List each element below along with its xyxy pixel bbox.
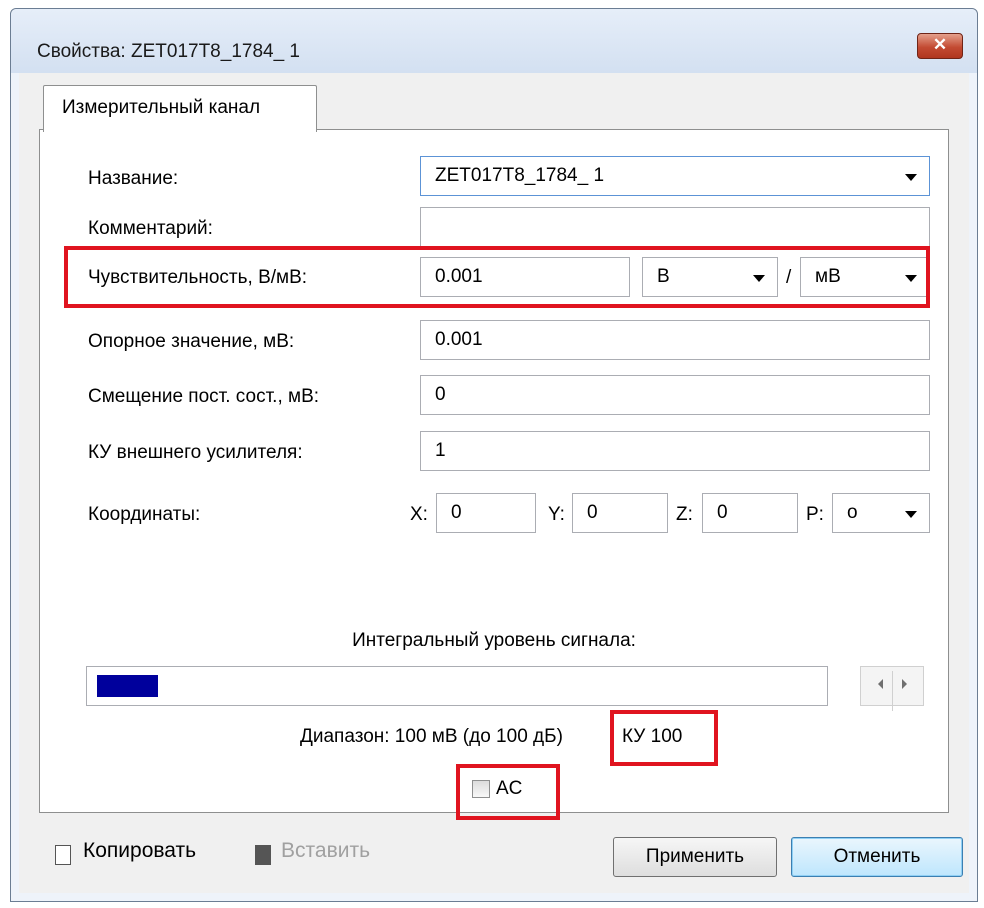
- reference-input[interactable]: 0.001: [420, 320, 930, 360]
- p-combobox[interactable]: o: [832, 493, 930, 533]
- comment-label: Комментарий:: [88, 218, 213, 239]
- name-value: ZET017T8_1784_ 1: [435, 165, 605, 186]
- arrow-right-icon[interactable]: [902, 679, 907, 689]
- window-title: Свойства: ZET017T8_1784_ 1: [37, 41, 300, 62]
- highlight-ac-box: [456, 764, 560, 820]
- apply-button[interactable]: Применить: [613, 837, 777, 877]
- name-combobox[interactable]: ZET017T8_1784_ 1: [420, 156, 930, 196]
- comment-input[interactable]: [420, 207, 930, 247]
- spin-separator: [892, 671, 893, 711]
- x-value: 0: [451, 502, 462, 523]
- chevron-down-icon[interactable]: [905, 174, 917, 181]
- p-value: o: [847, 502, 858, 523]
- offset-input[interactable]: 0: [420, 375, 930, 415]
- highlight-sensitivity-box: [64, 246, 930, 308]
- paste-button[interactable]: Вставить: [281, 839, 370, 863]
- signal-level-title: Интегральный уровень сигнала:: [352, 630, 636, 651]
- name-label: Название:: [88, 168, 179, 189]
- dialog-client-area: Измерительный канал Название: ZET017T8_1…: [19, 73, 969, 893]
- meter-scroll-buttons[interactable]: [860, 666, 924, 711]
- gain-input[interactable]: 1: [420, 431, 930, 471]
- highlight-gain-box: [610, 710, 718, 766]
- close-icon: ✕: [932, 35, 948, 54]
- reference-label: Опорное значение, мВ:: [88, 331, 295, 352]
- z-value: 0: [717, 502, 728, 523]
- p-label: P:: [806, 504, 824, 525]
- signal-level-meter: [86, 666, 828, 706]
- gain-label: КУ внешнего усилителя:: [88, 442, 303, 463]
- paste-icon: [255, 845, 271, 865]
- offset-label: Смещение пост. сост., мВ:: [88, 386, 320, 407]
- z-label: Z:: [676, 504, 693, 525]
- tab-measurement-channel[interactable]: Измерительный канал: [43, 85, 317, 132]
- range-text: Диапазон: 100 мВ (до 100 дБ): [300, 726, 563, 747]
- cancel-button[interactable]: Отменить: [791, 837, 963, 877]
- properties-dialog: Свойства: ZET017T8_1784_ 1 ✕ Измерительн…: [10, 8, 978, 902]
- gain-value: 1: [435, 440, 446, 461]
- tab-panel: Название: ZET017T8_1784_ 1 Комментарий: …: [39, 129, 949, 820]
- chevron-down-icon[interactable]: [905, 511, 917, 518]
- z-input[interactable]: 0: [702, 493, 798, 533]
- reference-value: 0.001: [435, 329, 483, 350]
- y-value: 0: [587, 502, 598, 523]
- x-input[interactable]: 0: [436, 493, 536, 533]
- y-label: Y:: [548, 504, 565, 525]
- copy-button[interactable]: Копировать: [83, 839, 196, 863]
- close-button[interactable]: ✕: [917, 33, 963, 59]
- tab-label: Измерительный канал: [62, 97, 261, 118]
- arrow-left-icon[interactable]: [878, 679, 883, 689]
- offset-value: 0: [435, 384, 446, 405]
- copy-icon: [55, 845, 71, 865]
- signal-level-fill: [97, 675, 158, 697]
- title-bar: Свойства: ZET017T8_1784_ 1 ✕: [11, 9, 977, 73]
- coordinates-label: Координаты:: [88, 504, 201, 525]
- y-input[interactable]: 0: [572, 493, 668, 533]
- x-label: X:: [410, 504, 428, 525]
